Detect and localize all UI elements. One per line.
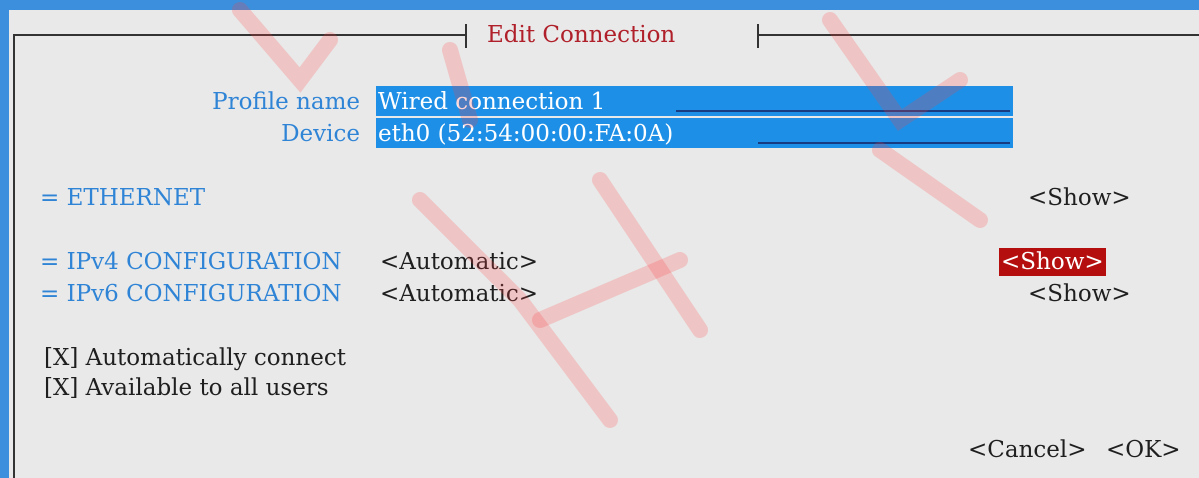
profile-name-label: Profile name bbox=[212, 89, 360, 115]
ipv6-show-button[interactable]: <Show> bbox=[1028, 280, 1131, 308]
cancel-button[interactable]: <Cancel> bbox=[968, 436, 1087, 464]
ipv6-mode-select[interactable]: <Automatic> bbox=[380, 280, 538, 308]
device-value: eth0 (52:54:00:00:FA:0A) bbox=[378, 121, 674, 147]
frame-line bbox=[13, 34, 15, 478]
profile-name-padding bbox=[676, 110, 1010, 112]
ethernet-show-button[interactable]: <Show> bbox=[1028, 184, 1131, 212]
dialog-panel bbox=[9, 10, 1199, 478]
ipv4-show-button[interactable]: <Show> bbox=[999, 248, 1106, 276]
ipv4-section-toggle[interactable]: = IPv4 CONFIGURATION bbox=[40, 248, 342, 276]
ipv6-section-toggle[interactable]: = IPv6 CONFIGURATION bbox=[40, 280, 342, 308]
profile-name-value: Wired connection 1 bbox=[378, 89, 606, 115]
frame-line bbox=[759, 34, 1199, 36]
ipv4-mode-select[interactable]: <Automatic> bbox=[380, 248, 538, 276]
frame-line bbox=[13, 34, 465, 36]
all-users-checkbox[interactable]: [X] Available to all users bbox=[44, 374, 329, 402]
window-top-border bbox=[0, 0, 1199, 10]
autoconnect-checkbox[interactable]: [X] Automatically connect bbox=[44, 344, 346, 372]
device-label: Device bbox=[281, 121, 360, 147]
ethernet-section-toggle[interactable]: = ETHERNET bbox=[40, 184, 205, 212]
ok-button[interactable]: <OK> bbox=[1106, 436, 1181, 464]
device-padding bbox=[758, 142, 1010, 144]
frame-tick bbox=[465, 24, 467, 48]
window-left-border bbox=[0, 0, 9, 478]
dialog-title: Edit Connection bbox=[487, 22, 676, 48]
frame-tick bbox=[757, 24, 759, 48]
